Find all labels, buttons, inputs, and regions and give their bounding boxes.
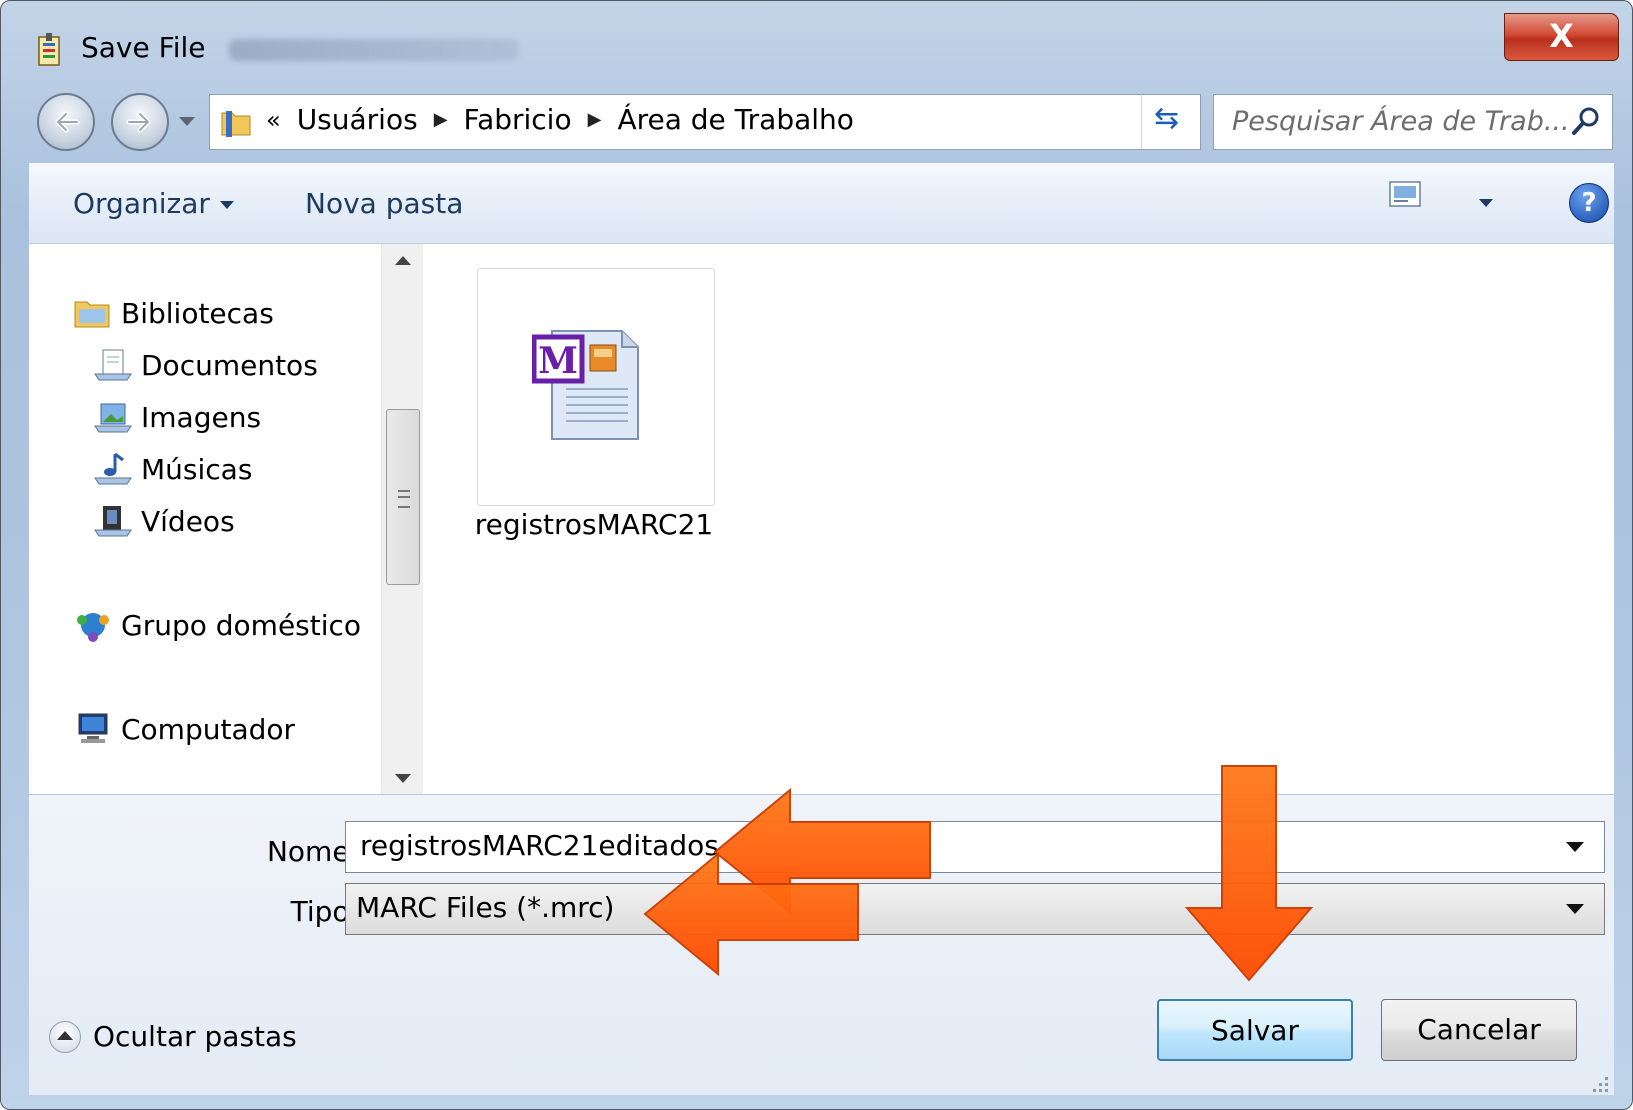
annotation-arrows [643, 765, 1314, 982]
arrow-to-save-icon [1184, 765, 1314, 982]
